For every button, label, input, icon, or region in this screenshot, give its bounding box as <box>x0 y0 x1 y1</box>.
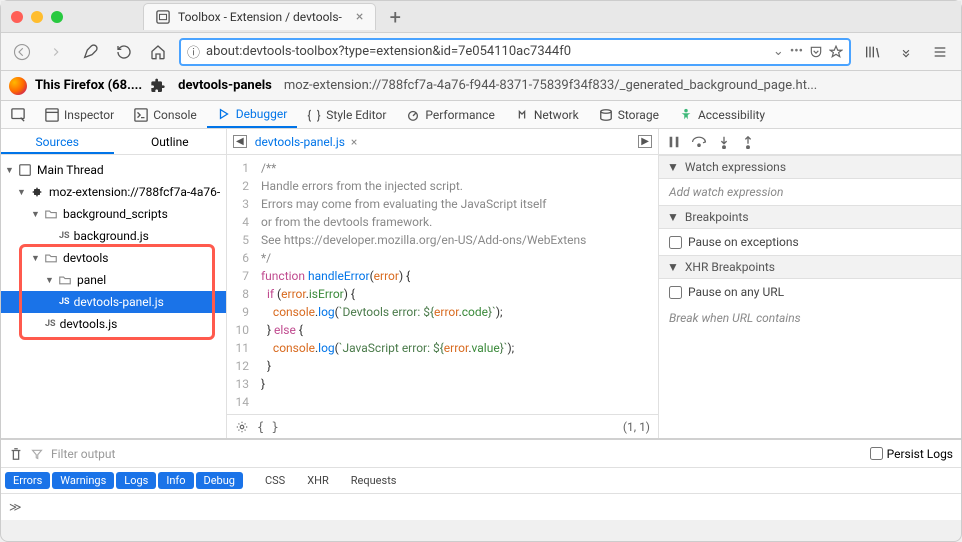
url-bar[interactable]: ⓘ about:devtools-toolbox?type=extension&… <box>179 38 851 66</box>
panel-name: devtools-panels <box>178 78 272 93</box>
tree-devtools-panel-js[interactable]: JSdevtools-panel.js <box>1 291 226 313</box>
panel-url: moz-extension://788fcf7a-4a76-f944-8371-… <box>284 78 817 93</box>
browser-tab[interactable]: Toolbox - Extension / devtools- × <box>143 3 376 30</box>
pretty-print-icon[interactable]: { } <box>257 420 279 434</box>
new-tab-button[interactable]: + <box>384 6 406 28</box>
tab-style-editor[interactable]: Style Editor <box>297 101 396 128</box>
pill-debug[interactable]: Debug <box>196 472 243 489</box>
home-button[interactable] <box>145 39 171 65</box>
pill-warnings[interactable]: Warnings <box>52 472 114 489</box>
pill-logs[interactable]: Logs <box>116 472 156 489</box>
firefox-icon <box>9 77 27 95</box>
source-tree: ▼Main Thread ▼moz-extension://788fcf7a-4… <box>1 155 226 438</box>
maximize-window[interactable] <box>51 11 63 23</box>
library-button[interactable] <box>859 39 885 65</box>
step-out-button[interactable] <box>741 135 755 149</box>
traffic-lights <box>11 11 63 23</box>
break-url-placeholder[interactable]: Break when URL contains <box>659 305 961 331</box>
tab-storage[interactable]: Storage <box>589 101 669 128</box>
cursor-position: (1, 1) <box>623 420 650 434</box>
iframe-picker[interactable] <box>1 101 35 128</box>
tab-network[interactable]: Network <box>505 101 589 128</box>
devtools-toolbar: Inspector Console Debugger Style Editor … <box>1 101 961 129</box>
persist-checkbox[interactable] <box>870 447 883 460</box>
tree-bg-scripts[interactable]: ▼background_scripts <box>1 203 226 225</box>
pause-exceptions-checkbox[interactable] <box>669 236 682 249</box>
clear-console-icon[interactable] <box>9 447 23 461</box>
pause-exceptions-row[interactable]: Pause on exceptions <box>659 229 961 255</box>
pause-url-checkbox[interactable] <box>669 286 682 299</box>
tab-console[interactable]: Console <box>124 101 207 128</box>
back-button[interactable] <box>9 39 35 65</box>
pause-url-row[interactable]: Pause on any URL <box>659 279 961 305</box>
sources-panel: Sources Outline ▼Main Thread ▼moz-extens… <box>1 129 227 438</box>
editor-panel: ◀ devtools-panel.js× ▶ 12345678910111213… <box>227 129 659 438</box>
debugger-right-panel: ▼Watch expressions Add watch expression … <box>659 129 961 438</box>
xhr-breakpoints-header[interactable]: ▼XHR Breakpoints <box>659 255 961 279</box>
console-panel: Filter output Persist Logs Errors Warnin… <box>1 439 961 520</box>
tree-main-thread[interactable]: ▼Main Thread <box>1 159 226 181</box>
outline-tab[interactable]: Outline <box>114 129 227 154</box>
code-content[interactable]: /** Handle errors from the injected scri… <box>255 155 658 414</box>
tree-devtools-dir[interactable]: ▼devtools <box>1 247 226 269</box>
chevron-down-icon[interactable]: ⌄ <box>773 44 784 59</box>
tab-performance[interactable]: Performance <box>396 101 504 128</box>
tools-button[interactable] <box>77 39 103 65</box>
persist-logs[interactable]: Persist Logs <box>870 447 953 461</box>
tab-favicon <box>156 10 170 24</box>
watch-header[interactable]: ▼Watch expressions <box>659 155 961 179</box>
pill-errors[interactable]: Errors <box>5 472 50 489</box>
close-tab[interactable]: × <box>356 9 363 25</box>
minimize-window[interactable] <box>31 11 43 23</box>
tree-panel-dir[interactable]: ▼panel <box>1 269 226 291</box>
close-window[interactable] <box>11 11 23 23</box>
window-titlebar: Toolbox - Extension / devtools- × + <box>1 1 961 33</box>
forward-button[interactable] <box>43 39 69 65</box>
tab-title: Toolbox - Extension / devtools- <box>178 10 342 24</box>
sources-tab[interactable]: Sources <box>1 129 114 154</box>
navbar: ⓘ about:devtools-toolbox?type=extension&… <box>1 33 961 71</box>
collapse-left-icon[interactable]: ◀ <box>233 135 247 148</box>
cat-css[interactable]: CSS <box>257 472 293 489</box>
site-info-icon[interactable]: ⓘ <box>187 42 200 61</box>
breakpoints-header[interactable]: ▼Breakpoints <box>659 205 961 229</box>
url-text: about:devtools-toolbox?type=extension&id… <box>206 44 767 59</box>
menu-button[interactable] <box>927 39 953 65</box>
main-area: Sources Outline ▼Main Thread ▼moz-extens… <box>1 129 961 439</box>
extension-bar: This Firefox (68.... devtools-panels moz… <box>1 71 961 101</box>
collapse-right-icon[interactable]: ▶ <box>638 135 652 148</box>
tab-inspector[interactable]: Inspector <box>35 101 124 128</box>
pocket-icon[interactable] <box>809 45 823 59</box>
editor-file-tab[interactable]: devtools-panel.js× <box>255 135 358 149</box>
firefox-label: This Firefox (68.... <box>35 78 142 93</box>
page-actions-icon[interactable]: ••• <box>790 44 803 59</box>
step-over-button[interactable] <box>691 135 707 149</box>
line-gutter: 123456789101112131415161718 <box>227 155 255 414</box>
pause-button[interactable] <box>667 135 681 149</box>
star-icon[interactable] <box>829 45 843 59</box>
console-input[interactable]: ≫ <box>1 494 961 520</box>
step-in-button[interactable] <box>717 135 731 149</box>
pill-info[interactable]: Info <box>158 472 193 489</box>
watch-placeholder[interactable]: Add watch expression <box>659 179 961 205</box>
filter-icon <box>31 448 43 460</box>
puzzle-icon <box>150 78 166 94</box>
filter-input[interactable]: Filter output <box>51 447 862 461</box>
overflow-button[interactable] <box>893 39 919 65</box>
cat-xhr[interactable]: XHR <box>299 472 337 489</box>
tab-debugger[interactable]: Debugger <box>207 101 298 128</box>
tab-accessibility[interactable]: Accessibility <box>669 101 775 128</box>
tree-moz-ext[interactable]: ▼moz-extension://788fcf7a-4a76- <box>1 181 226 203</box>
tree-devtools-js[interactable]: JSdevtools.js <box>1 313 226 335</box>
close-file-icon[interactable]: × <box>351 135 357 149</box>
cat-requests[interactable]: Requests <box>343 472 405 489</box>
coverage-icon[interactable] <box>235 420 249 434</box>
tree-bg-js[interactable]: JSbackground.js <box>1 225 226 247</box>
reload-button[interactable] <box>111 39 137 65</box>
